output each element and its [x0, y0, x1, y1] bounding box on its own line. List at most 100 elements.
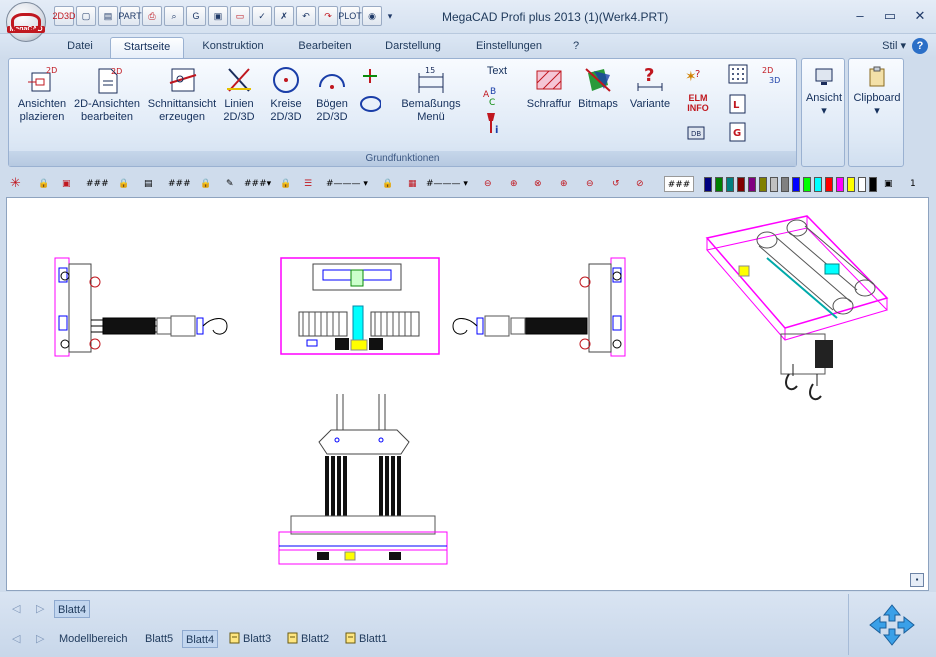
pencil-icon[interactable]: ✎	[226, 176, 234, 192]
palette-swatch[interactable]	[737, 177, 745, 192]
minimize-button[interactable]: –	[852, 8, 868, 24]
pen-field[interactable]: ###▾	[244, 176, 271, 192]
palette-swatch[interactable]	[715, 177, 723, 192]
qat-preview-icon[interactable]: ⌕	[164, 6, 184, 26]
ansicht-button[interactable]: Ansicht ▾	[802, 65, 846, 118]
color-grid-icon[interactable]: ▦	[408, 176, 417, 192]
lock-icon-3[interactable]: 🔒	[200, 176, 211, 192]
database-icon[interactable]: DB	[685, 121, 707, 143]
palette-swatch[interactable]	[825, 177, 833, 192]
lock-icon-5[interactable]: 🔒	[382, 176, 393, 192]
bitmaps-button[interactable]: Bitmaps	[575, 65, 621, 111]
sheet-tab-blatt4[interactable]: Blatt4	[182, 630, 219, 648]
palette-swatch[interactable]	[704, 177, 712, 192]
bemassungs-menue-button[interactable]: 15 Bemaßungs Menü	[399, 65, 463, 124]
text-abc-icon[interactable]: ABC	[481, 85, 503, 107]
tab-konstruktion[interactable]: Konstruktion	[190, 37, 276, 58]
layer-field-1[interactable]: ###	[86, 176, 109, 192]
palette-swatch[interactable]	[748, 177, 756, 192]
snap-star-icon[interactable]: ✳	[10, 176, 21, 192]
sheet-tab-blatt1[interactable]: Blatt1	[342, 630, 390, 648]
qat-render-icon[interactable]: ◉	[362, 6, 382, 26]
stil-dropdown[interactable]: Stil ▾	[882, 39, 906, 52]
close-button[interactable]: ✕	[912, 8, 928, 24]
canvas-corner-button[interactable]: ▪	[910, 573, 924, 587]
lock-icon[interactable]: 🔒	[38, 176, 49, 192]
kreise-button[interactable]: Kreise 2D/3D	[265, 65, 307, 124]
schnittansicht-erzeugen-button[interactable]: Schnittansicht erzeugen	[143, 65, 221, 124]
palette-swatch[interactable]	[770, 177, 778, 192]
elm-info-button[interactable]: ELM INFO	[681, 93, 715, 113]
monitor-toggle-icon[interactable]: ▣	[884, 176, 893, 192]
qat-measure-icon[interactable]: ▭	[230, 6, 250, 26]
model-next-arrow-icon[interactable]: ▷	[36, 632, 44, 645]
sheet-tab-blatt4-upper[interactable]: Blatt4	[54, 600, 91, 618]
pin-info-icon[interactable]: i	[481, 113, 503, 136]
palette-swatch[interactable]	[781, 177, 789, 192]
ansichten-plazieren-button[interactable]: 2D Ansichten plazieren	[13, 65, 71, 124]
zoom-previous-icon[interactable]: ↺	[612, 176, 620, 192]
2d3d-switch-icon[interactable]: 2D 3D	[761, 63, 783, 85]
linewidth-dropdown[interactable]: #——— ▾	[426, 176, 476, 192]
palette-swatch[interactable]	[836, 177, 844, 192]
qat-redo-icon[interactable]: ↷	[318, 6, 338, 26]
group-g-icon[interactable]: G	[727, 121, 749, 143]
qat-undo-icon[interactable]: ↶	[296, 6, 316, 26]
app-logo-button[interactable]: MegaCAD	[6, 2, 46, 42]
layer-g-icon[interactable]: ▣	[62, 176, 71, 192]
move-arrows-icon[interactable]	[867, 603, 917, 647]
linestyle-dropdown[interactable]: #——— ▾	[326, 176, 374, 192]
navigation-pad[interactable]	[848, 594, 934, 655]
qat-layer-icon[interactable]: G	[186, 6, 206, 26]
linien-button[interactable]: Linien 2D/3D	[219, 65, 259, 124]
palette-swatch[interactable]	[726, 177, 734, 192]
restore-button[interactable]: ▭	[882, 8, 898, 24]
clipboard-button[interactable]: Clipboard ▾	[849, 65, 905, 118]
qat-2d3d-toggle-icon[interactable]: 2D3D	[53, 6, 76, 26]
tab-help[interactable]: ?	[566, 37, 586, 58]
tab-einstellungen[interactable]: Einstellungen	[462, 37, 556, 58]
layer-field-2[interactable]: ###	[168, 176, 191, 192]
sheet-next-arrow-icon[interactable]: ▷	[36, 602, 44, 615]
magic-wand-icon[interactable]: ✶?	[683, 65, 705, 87]
palette-swatch[interactable]	[847, 177, 855, 192]
qat-plot-icon[interactable]: PLOT	[338, 6, 362, 26]
model-prev-arrow-icon[interactable]: ◁	[12, 632, 20, 645]
ribbon-ansicht-group[interactable]: Ansicht ▾	[801, 58, 845, 167]
palette-swatch[interactable]	[814, 177, 822, 192]
point-plus-icon[interactable]	[359, 65, 381, 87]
palette-swatch[interactable]	[759, 177, 767, 192]
sheet-tab-blatt5[interactable]: Blatt5	[142, 630, 176, 648]
palette-swatch[interactable]	[869, 177, 877, 192]
sheet-prev-arrow-icon[interactable]: ◁	[12, 602, 20, 615]
qat-print-icon[interactable]: ⎙	[142, 6, 162, 26]
tab-darstellung[interactable]: Darstellung	[374, 37, 452, 58]
ellipse-icon[interactable]	[359, 93, 381, 115]
qat-save-file-icon[interactable]: PART	[118, 6, 142, 26]
palette-swatch[interactable]	[803, 177, 811, 192]
lock-icon-2[interactable]: 🔒	[118, 176, 129, 192]
sheet-tab-blatt2[interactable]: Blatt2	[284, 630, 332, 648]
sheet-tab-blatt3[interactable]: Blatt3	[226, 630, 274, 648]
sheet-tab-modellbereich[interactable]: Modellbereich	[56, 630, 130, 648]
layer-l-icon[interactable]: L	[727, 93, 749, 115]
qat-check-icon[interactable]: ✓	[252, 6, 272, 26]
grid-dots-icon[interactable]	[727, 63, 749, 85]
qat-delete-icon[interactable]: ✗	[274, 6, 294, 26]
variante-button[interactable]: ? Variante	[625, 65, 675, 111]
page-icon[interactable]: ▤	[144, 176, 153, 192]
boegen-button[interactable]: Bögen 2D/3D	[311, 65, 353, 124]
ribbon-clipboard-group[interactable]: Clipboard ▾	[848, 58, 904, 167]
palette-swatch[interactable]	[792, 177, 800, 192]
help-icon[interactable]: ?	[912, 38, 928, 54]
linestyle-icon[interactable]: ☰	[304, 176, 312, 192]
qat-mirror-icon[interactable]: ▣	[208, 6, 228, 26]
tab-datei[interactable]: Datei	[56, 37, 104, 58]
zoom-in-icon[interactable]: ⊕	[560, 176, 568, 192]
qat-new-file-icon[interactable]: ▢	[76, 6, 96, 26]
qat-customize-dropdown-icon[interactable]: ▾	[384, 6, 396, 26]
palette-swatch[interactable]	[858, 177, 866, 192]
color-field[interactable]: ###	[664, 176, 694, 192]
text-button[interactable]: Text	[475, 65, 519, 78]
zoom-pan-icon[interactable]: ⊗	[534, 176, 542, 192]
